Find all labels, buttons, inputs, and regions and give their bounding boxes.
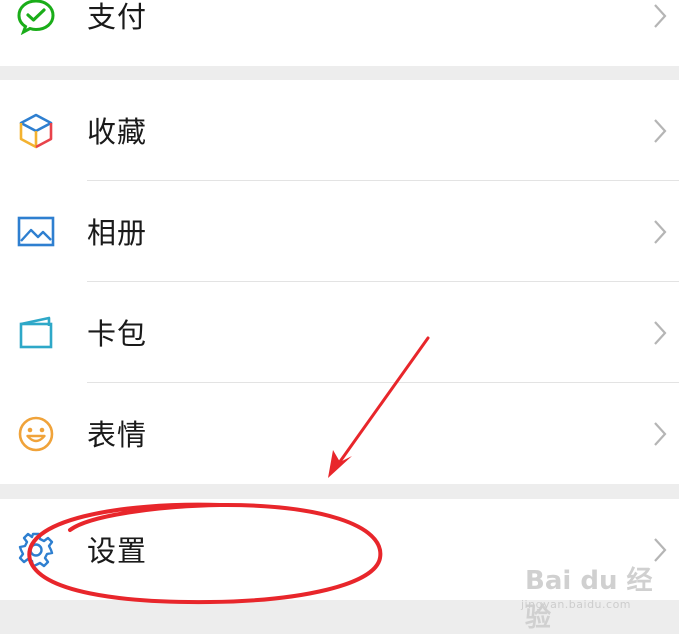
menu-item-stickers[interactable]: 表情	[0, 383, 679, 484]
watermark-brand: Bai du 经验	[525, 566, 653, 633]
wechat-pay-icon	[17, 0, 55, 35]
chevron-right-icon	[653, 3, 667, 29]
chevron-right-icon	[653, 118, 667, 144]
watermark-url: jingyan.baidu.com	[521, 598, 632, 611]
smiley-icon	[17, 415, 55, 453]
cube-icon	[17, 112, 55, 150]
menu-item-album[interactable]: 相册	[0, 181, 679, 282]
wallet-card-icon	[17, 314, 55, 352]
menu-item-label: 收藏	[87, 114, 148, 149]
chevron-right-icon	[653, 421, 667, 447]
watermark: Bai du 经验 jingyan.baidu.com	[515, 560, 665, 633]
menu-item-label: 支付	[87, 0, 148, 34]
menu-item-label: 卡包	[87, 316, 148, 351]
picture-icon	[17, 213, 55, 251]
chevron-right-icon	[653, 537, 667, 563]
menu-item-pay[interactable]: 支付	[0, 0, 679, 66]
menu-group-pay: 支付	[0, 0, 679, 66]
menu-group-main: 收藏 相册 卡包 表情	[0, 80, 679, 484]
menu-item-cards[interactable]: 卡包	[0, 282, 679, 383]
menu-item-favorites[interactable]: 收藏	[0, 80, 679, 181]
chevron-right-icon	[653, 219, 667, 245]
gear-icon	[17, 531, 55, 569]
chevron-right-icon	[653, 320, 667, 346]
menu-item-label: 设置	[87, 533, 148, 568]
menu-item-label: 表情	[87, 417, 148, 452]
menu-item-label: 相册	[87, 215, 148, 250]
